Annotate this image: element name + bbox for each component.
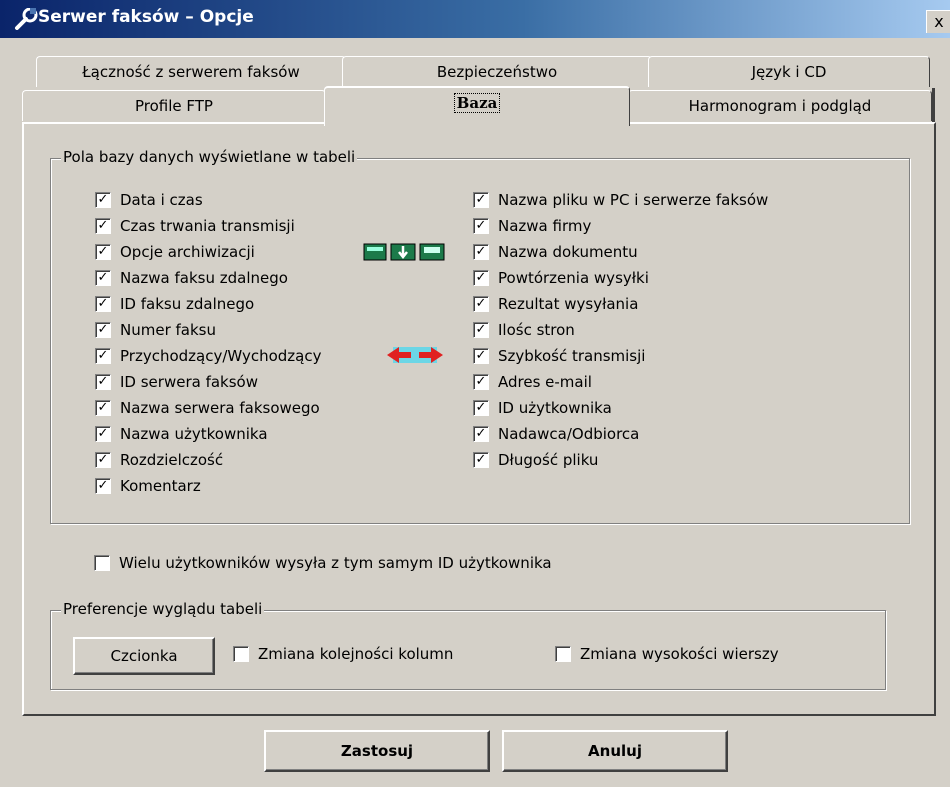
field-przychodzacy-wychodzacy[interactable]: ✓ Przychodzący/Wychodzący bbox=[95, 345, 321, 367]
tab-harmonogram[interactable]: Harmonogram i podgląd bbox=[628, 90, 932, 121]
checkbox[interactable] bbox=[233, 646, 249, 662]
checkbox[interactable]: ✓ bbox=[95, 244, 111, 260]
field-id-faksu-zdalnego[interactable]: ✓ ID faksu zdalnego bbox=[95, 293, 254, 315]
field-adres-email[interactable]: ✓ Adres e-mail bbox=[473, 371, 592, 393]
field-id-uzytkownika[interactable]: ✓ ID użytkownika bbox=[473, 397, 612, 419]
tab-bezpieczenstwo[interactable]: Bezpieczeństwo bbox=[342, 56, 652, 87]
field-opcje-archiwizacji[interactable]: ✓ Opcje archiwizacji bbox=[95, 241, 255, 263]
tab-profile-ftp[interactable]: Profile FTP bbox=[22, 90, 326, 121]
row-height-checkbox[interactable]: Zmiana wysokości wierszy bbox=[555, 643, 779, 665]
checkbox[interactable]: ✓ bbox=[95, 296, 111, 312]
checkbox[interactable]: ✓ bbox=[473, 244, 489, 260]
checkbox[interactable]: ✓ bbox=[95, 218, 111, 234]
checkbox[interactable]: ✓ bbox=[473, 218, 489, 234]
window-title: Serwer faksów – Opcje bbox=[38, 7, 254, 27]
field-nazwa-faksu-zdalnego[interactable]: ✓ Nazwa faksu zdalnego bbox=[95, 267, 288, 289]
field-id-serwera-faksow[interactable]: ✓ ID serwera faksów bbox=[95, 371, 258, 393]
field-powtorzenia-wysylki[interactable]: ✓ Powtórzenia wysyłki bbox=[473, 267, 649, 289]
checkbox[interactable]: ✓ bbox=[473, 374, 489, 390]
checkbox[interactable] bbox=[94, 555, 110, 571]
checkbox[interactable]: ✓ bbox=[473, 452, 489, 468]
field-nadawca-odbiorca[interactable]: ✓ Nadawca/Odbiorca bbox=[473, 423, 639, 445]
checkbox[interactable]: ✓ bbox=[473, 400, 489, 416]
checkbox[interactable]: ✓ bbox=[95, 348, 111, 364]
checkbox[interactable]: ✓ bbox=[473, 426, 489, 442]
in-out-arrows-icon bbox=[385, 343, 445, 371]
appearance-legend: Preferencje wyglądu tabeli bbox=[61, 600, 265, 618]
field-nazwa-dokumentu[interactable]: ✓ Nazwa dokumentu bbox=[473, 241, 638, 263]
checkbox[interactable]: ✓ bbox=[95, 322, 111, 338]
checkbox[interactable]: ✓ bbox=[473, 296, 489, 312]
tab-panel-baza: Pola bazy danych wyświetlane w tabeli ✓ D… bbox=[22, 122, 936, 716]
checkbox[interactable]: ✓ bbox=[95, 270, 111, 286]
checkbox[interactable]: ✓ bbox=[95, 374, 111, 390]
close-button[interactable]: x bbox=[926, 10, 950, 33]
checkbox[interactable] bbox=[555, 646, 571, 662]
field-ilosc-stron[interactable]: ✓ Ilośc stron bbox=[473, 319, 575, 341]
checkbox[interactable]: ✓ bbox=[95, 478, 111, 494]
apply-button[interactable]: Zastosuj bbox=[264, 730, 490, 772]
field-nazwa-pliku[interactable]: ✓ Nazwa pliku w PC i serwerze faksów bbox=[473, 189, 768, 211]
wrench-icon bbox=[14, 7, 38, 30]
checkbox[interactable]: ✓ bbox=[473, 348, 489, 364]
archive-options-icon bbox=[363, 243, 445, 265]
checkbox[interactable]: ✓ bbox=[95, 426, 111, 442]
tab-lacznosc[interactable]: Łączność z serwerem faksów bbox=[36, 56, 346, 87]
checkbox[interactable]: ✓ bbox=[95, 192, 111, 208]
field-rezultat-wysylania[interactable]: ✓ Rezultat wysyłania bbox=[473, 293, 638, 315]
field-nazwa-serwera[interactable]: ✓ Nazwa serwera faksowego bbox=[95, 397, 320, 419]
field-numer-faksu[interactable]: ✓ Numer faksu bbox=[95, 319, 216, 341]
field-czas-trwania[interactable]: ✓ Czas trwania transmisji bbox=[95, 215, 295, 237]
db-fields-legend: Pola bazy danych wyświetlane w tabeli bbox=[61, 148, 358, 166]
tab-jezyk-cd[interactable]: Język i CD bbox=[648, 56, 930, 87]
checkbox[interactable]: ✓ bbox=[473, 322, 489, 338]
checkbox[interactable]: ✓ bbox=[473, 192, 489, 208]
checkbox[interactable]: ✓ bbox=[473, 270, 489, 286]
field-szybkosc-transmisji[interactable]: ✓ Szybkość transmisji bbox=[473, 345, 645, 367]
field-komentarz[interactable]: ✓ Komentarz bbox=[95, 475, 201, 497]
cancel-button[interactable]: Anuluj bbox=[502, 730, 728, 772]
field-rozdzielczosc[interactable]: ✓ Rozdzielczość bbox=[95, 449, 223, 471]
reorder-columns-checkbox[interactable]: Zmiana kolejności kolumn bbox=[233, 643, 453, 665]
checkbox[interactable]: ✓ bbox=[95, 452, 111, 468]
field-dlugosc-pliku[interactable]: ✓ Długość pliku bbox=[473, 449, 598, 471]
field-data-i-czas[interactable]: ✓ Data i czas bbox=[95, 189, 203, 211]
appearance-group: Preferencje wyglądu tabeli Czcionka Zmia… bbox=[50, 600, 886, 690]
field-nazwa-firmy[interactable]: ✓ Nazwa firmy bbox=[473, 215, 591, 237]
title-bar: Serwer faksów – Opcje x bbox=[0, 0, 950, 38]
tab-baza[interactable]: Baza bbox=[324, 86, 630, 126]
font-button[interactable]: Czcionka bbox=[73, 637, 215, 675]
checkbox[interactable]: ✓ bbox=[95, 400, 111, 416]
field-nazwa-uzytkownika[interactable]: ✓ Nazwa użytkownika bbox=[95, 423, 268, 445]
db-fields-group: Pola bazy danych wyświetlane w tabeli ✓ D… bbox=[50, 148, 910, 524]
multi-user-checkbox[interactable]: Wielu użytkowników wysyła z tym samym ID… bbox=[94, 552, 552, 574]
